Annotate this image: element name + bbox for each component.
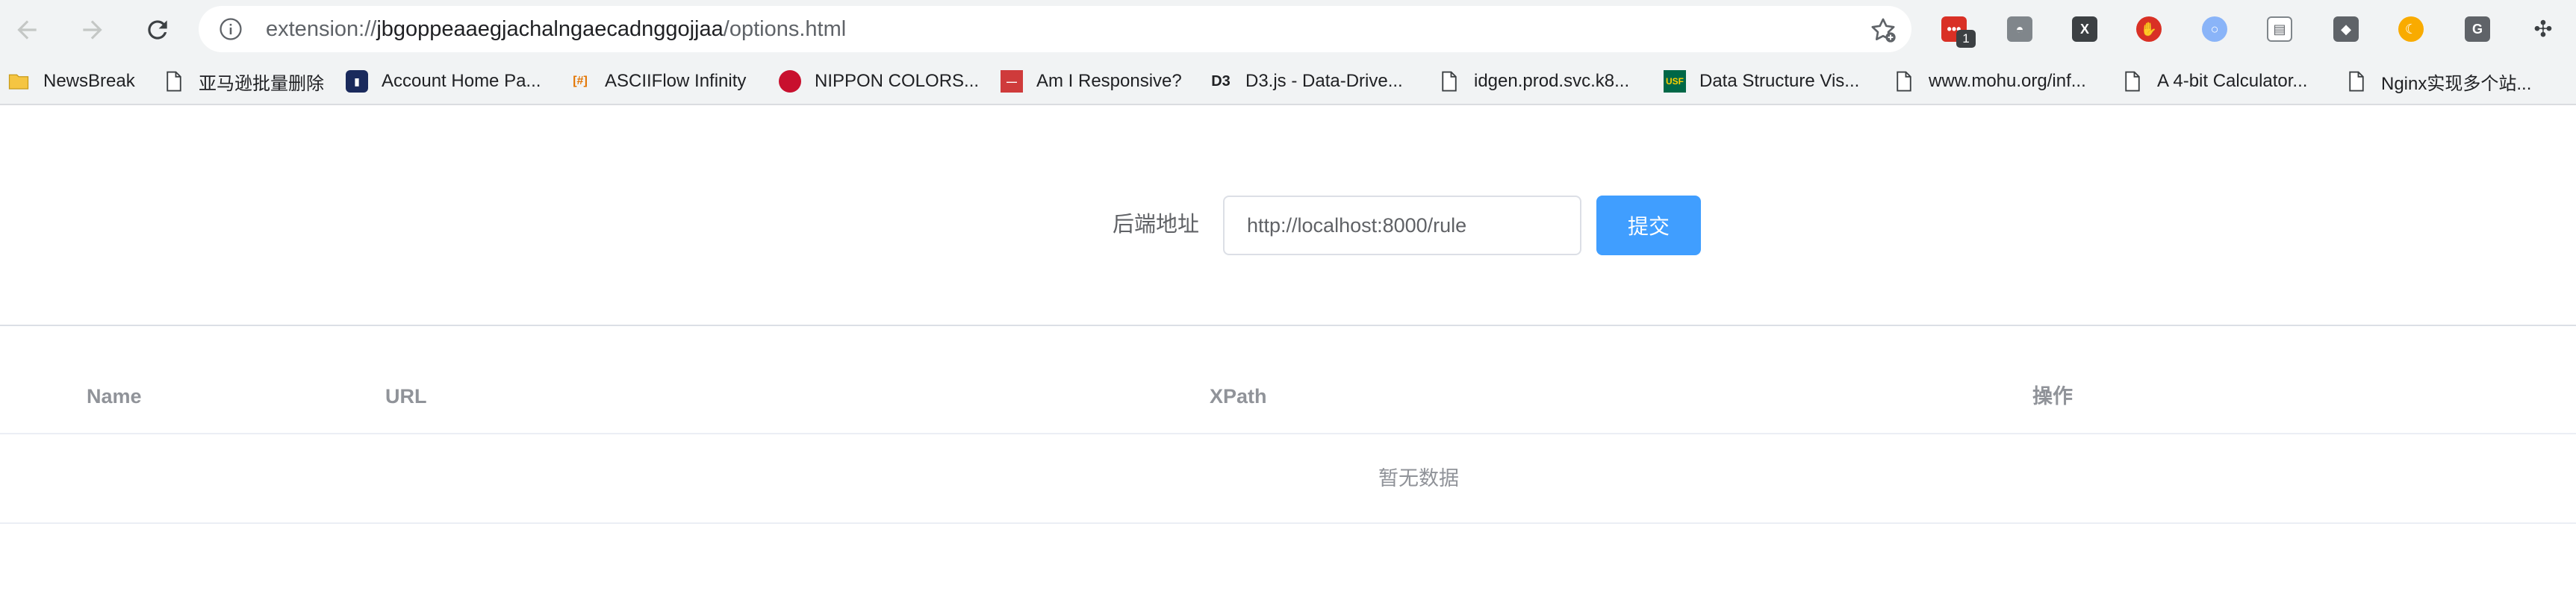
- bookmark-item[interactable]: www.mohu.org/inf...: [1893, 59, 2086, 104]
- url-path: /options.html: [723, 17, 847, 41]
- reload-button[interactable]: [138, 10, 177, 49]
- bookmark-star-icon[interactable]: [1868, 15, 1898, 45]
- arrow-right-icon: [83, 20, 102, 40]
- address-bar[interactable]: extension://jbgoppeaaegjachalngaecadnggo…: [199, 6, 1911, 52]
- back-button[interactable]: [7, 10, 46, 49]
- bookmark-label: Nginx实现多个站...: [2381, 73, 2532, 94]
- empty-state-text: 暂无数据: [1378, 467, 1459, 490]
- page-icon: [2345, 70, 2368, 93]
- bookmarks-bar: NewsBreak 亚马逊批量删除 ▮ Account Home Pa... […: [0, 59, 2576, 105]
- column-header-name[interactable]: Name: [87, 373, 142, 419]
- diamond-extension-icon[interactable]: ◆: [2333, 16, 2359, 42]
- bookmark-label: 亚马逊批量删除: [199, 73, 324, 94]
- info-icon[interactable]: [218, 16, 243, 42]
- url-scheme: extension://: [266, 17, 377, 41]
- bookmark-label: NewsBreak: [43, 71, 135, 91]
- bookmark-item[interactable]: NIPPON COLORS...: [779, 59, 979, 104]
- usf-icon: USF: [1664, 70, 1686, 93]
- bookmark-item[interactable]: [#] ASCIIFlow Infinity: [569, 59, 746, 104]
- bookmark-item[interactable]: D3 D3.js - Data-Drive...: [1210, 59, 1403, 104]
- bookmark-item[interactable]: USF Data Structure Vis...: [1664, 59, 1859, 104]
- incognito-extension-icon[interactable]: ◓: [2007, 16, 2032, 42]
- column-header-url[interactable]: URL: [385, 373, 427, 419]
- bookmark-item[interactable]: A 4-bit Calculator...: [2121, 59, 2307, 104]
- forward-button[interactable]: [73, 10, 112, 49]
- folder-icon: [7, 70, 30, 93]
- bookmark-label: A 4-bit Calculator...: [2157, 71, 2308, 91]
- bookmark-label: idgen.prod.svc.k8...: [1474, 71, 1630, 91]
- account-icon: ▮: [346, 70, 368, 93]
- g-extension-icon[interactable]: G: [2465, 16, 2490, 42]
- extension-badge: 1: [1956, 30, 1976, 48]
- browser-toolbar: extension://jbgoppeaaegjachalngaecadnggo…: [0, 0, 2576, 59]
- moon-extension-icon[interactable]: ☾: [2398, 16, 2424, 42]
- submit-button[interactable]: 提交: [1596, 196, 1701, 255]
- url-host: jbgoppeaaegjachalngaecadnggojjaa: [376, 17, 724, 41]
- bookmark-label: www.mohu.org/inf...: [1929, 71, 2086, 91]
- bookmark-item[interactable]: NewsBreak: [7, 59, 135, 104]
- page-icon: [1893, 70, 1915, 93]
- bookmark-label: Data Structure Vis...: [1699, 71, 1860, 91]
- rules-table-body: 暂无数据: [0, 434, 2576, 524]
- bookmark-item[interactable]: ▮ Account Home Pa...: [346, 59, 541, 104]
- asciiflow-icon: [#]: [573, 75, 588, 87]
- backend-address-input[interactable]: [1223, 196, 1581, 255]
- bookmark-item[interactable]: — Am I Responsive?: [1001, 59, 1182, 104]
- bookmark-item[interactable]: 亚马逊批量删除: [163, 59, 324, 104]
- bookmark-label: Am I Responsive?: [1036, 71, 1182, 91]
- reload-icon: [148, 20, 167, 40]
- page-icon: [2121, 70, 2144, 93]
- page-icon: [1438, 70, 1460, 93]
- x-extension-icon[interactable]: X: [2072, 16, 2097, 42]
- section-divider: [0, 325, 2576, 326]
- backend-address-label: 后端地址: [1113, 213, 1200, 237]
- arrow-left-icon: [17, 20, 37, 40]
- page-icon: [163, 70, 185, 93]
- bookmark-label: ASCIIFlow Infinity: [605, 71, 747, 91]
- responsive-icon: —: [1001, 70, 1023, 93]
- column-header-actions[interactable]: 操作: [2032, 373, 2073, 419]
- bookmark-label: NIPPON COLORS...: [815, 71, 980, 91]
- bookmark-label: D3.js - Data-Drive...: [1245, 71, 1403, 91]
- bookmark-label: Account Home Pa...: [382, 71, 541, 91]
- bookmark-item[interactable]: Nginx实现多个站...: [2345, 59, 2531, 104]
- d3-icon: D3: [1211, 72, 1231, 90]
- stop-hand-extension-icon[interactable]: ✋: [2136, 16, 2162, 42]
- bookmark-item[interactable]: idgen.prod.svc.k8...: [1438, 59, 1629, 104]
- puzzle-extension-icon[interactable]: ✣: [2530, 16, 2556, 42]
- url-text[interactable]: extension://jbgoppeaaegjachalngaecadnggo…: [266, 6, 846, 52]
- column-header-xpath[interactable]: XPath: [1210, 373, 1267, 419]
- window-extension-icon[interactable]: ▤: [2267, 16, 2292, 42]
- rules-table-header: Name URL XPath 操作: [0, 373, 2576, 434]
- nippon-colors-icon: [779, 70, 801, 93]
- circle-extension-icon[interactable]: ○: [2202, 16, 2227, 42]
